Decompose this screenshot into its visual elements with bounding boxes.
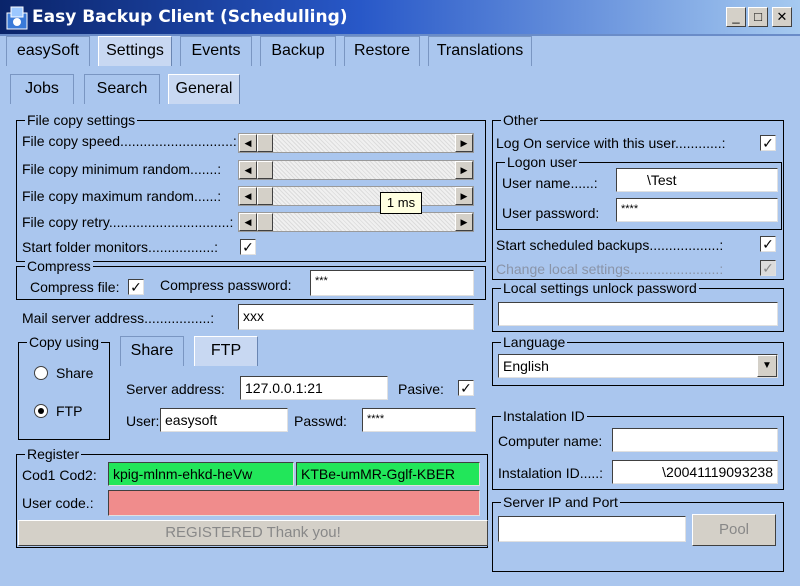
start-folder-monitors-label: Start folder monitors.................: (22, 239, 219, 255)
start-scheduled-checkbox[interactable]: ✓ (760, 236, 776, 252)
user-password-input[interactable]: **** (616, 198, 778, 222)
computer-name-label: Computer name: (498, 433, 603, 449)
passwd-label: Passwd: (294, 413, 347, 429)
file-copy-retry-slider[interactable]: ◀ ▶ (238, 212, 474, 232)
register-title: Register (25, 446, 82, 462)
file-copy-min-random-label: File copy minimum random.......: (22, 161, 222, 177)
server-address-input[interactable]: 127.0.0.1:21 (240, 376, 388, 400)
user-password-label: User password: (502, 205, 600, 221)
instalation-title: Instalation ID (501, 408, 587, 424)
user-label: User: (126, 413, 160, 429)
tab-settings[interactable]: Settings (98, 36, 172, 66)
copy-using-group: Copy using (18, 334, 110, 440)
slider-tooltip: 1 ms (380, 192, 422, 214)
file-copy-max-random-slider[interactable]: ◀ ▶ (238, 186, 474, 206)
scroll-left-icon[interactable]: ◀ (239, 213, 257, 231)
scroll-left-icon[interactable]: ◀ (239, 187, 257, 205)
unlock-password-input[interactable] (498, 302, 778, 326)
compress-file-checkbox[interactable]: ✓ (128, 279, 144, 295)
user-code-label: User code.: (22, 495, 94, 511)
ftp-user-input[interactable]: easysoft (160, 408, 288, 432)
language-selected: English (503, 358, 549, 374)
user-name-input[interactable]: \Test (616, 168, 778, 192)
start-folder-monitors-checkbox[interactable]: ✓ (240, 239, 256, 255)
slider-thumb[interactable] (257, 187, 273, 205)
chevron-down-icon[interactable]: ▼ (757, 355, 777, 377)
pool-button[interactable]: Pool (692, 514, 776, 546)
logon-user-title: Logon user (505, 154, 580, 170)
tab-easysoft[interactable]: easySoft (6, 36, 90, 66)
other-title: Other (501, 112, 541, 128)
ftp-radio-label: FTP (56, 403, 83, 419)
tab-translations[interactable]: Translations (428, 36, 532, 66)
scroll-left-icon[interactable]: ◀ (239, 161, 257, 179)
user-name-label: User name......: (502, 175, 598, 191)
instalation-id-input[interactable]: \20041119093238 (612, 460, 778, 484)
cod2-input[interactable]: KTBe-umMR-Gglf-KBER (296, 462, 480, 486)
scroll-left-icon[interactable]: ◀ (239, 134, 257, 152)
scroll-right-icon[interactable]: ▶ (455, 187, 473, 205)
tab-backup[interactable]: Backup (260, 36, 336, 66)
change-local-label: Change local settings...................… (496, 261, 724, 277)
cod-label: Cod1 Cod2: (22, 467, 97, 483)
title-bar[interactable]: Easy Backup Client (Schedulling) _ □ ✕ (0, 0, 800, 36)
subtab-jobs[interactable]: Jobs (10, 74, 74, 104)
subtab-general[interactable]: General (168, 74, 240, 104)
slider-thumb[interactable] (257, 134, 273, 152)
share-radio-label: Share (56, 365, 94, 381)
file-copy-min-random-slider[interactable]: ◀ ▶ (238, 160, 474, 180)
server-ip-input[interactable] (498, 516, 686, 542)
user-code-input[interactable] (108, 490, 480, 516)
ftp-passwd-input[interactable]: **** (362, 408, 476, 432)
subtab-search[interactable]: Search (84, 74, 160, 104)
compress-password-input[interactable]: *** (310, 270, 474, 296)
instalation-id-label: Instalation ID.....: (498, 465, 604, 481)
server-ip-title: Server IP and Port (501, 494, 620, 510)
scroll-right-icon[interactable]: ▶ (455, 134, 473, 152)
maximize-button[interactable]: □ (748, 7, 768, 27)
mail-server-input[interactable]: xxx (238, 304, 474, 330)
scroll-right-icon[interactable]: ▶ (455, 161, 473, 179)
file-copy-speed-slider[interactable]: ◀ ▶ (238, 133, 474, 153)
tab-ftp[interactable]: FTP (194, 336, 258, 366)
minimize-button[interactable]: _ (726, 7, 746, 27)
tab-events[interactable]: Events (180, 36, 252, 66)
file-copy-max-random-label: File copy maximum random......: (22, 188, 222, 204)
copy-using-title: Copy using (27, 334, 102, 350)
registered-status-button[interactable]: REGISTERED Thank you! (18, 520, 488, 546)
slider-thumb[interactable] (257, 161, 273, 179)
close-button[interactable]: ✕ (772, 7, 792, 27)
computer-name-input[interactable] (612, 428, 778, 452)
window-title: Easy Backup Client (Schedulling) (32, 7, 348, 27)
logon-service-checkbox[interactable]: ✓ (760, 135, 776, 151)
file-copy-speed-label: File copy speed.........................… (22, 133, 237, 149)
pasive-checkbox[interactable]: ✓ (458, 380, 474, 396)
logon-service-label: Log On service with this user...........… (496, 135, 726, 151)
file-copy-title: File copy settings (25, 112, 138, 128)
language-select[interactable]: English ▼ (498, 354, 778, 378)
cod1-input[interactable]: kpig-mlnm-ehkd-heVw (108, 462, 294, 486)
compress-file-label: Compress file: (30, 279, 120, 295)
slider-thumb[interactable] (257, 213, 273, 231)
tab-restore[interactable]: Restore (344, 36, 420, 66)
change-local-checkbox[interactable]: ✓ (760, 260, 776, 276)
language-title: Language (501, 334, 568, 350)
tab-share[interactable]: Share (120, 336, 184, 366)
pasive-label: Pasive: (398, 381, 444, 397)
mail-server-label: Mail server address.................: (22, 310, 215, 326)
app-icon (5, 5, 29, 31)
ftp-radio[interactable] (34, 404, 48, 418)
compress-password-label: Compress password: (160, 277, 292, 293)
share-radio[interactable] (34, 366, 48, 380)
unlock-password-title: Local settings unlock password (501, 280, 699, 296)
start-scheduled-label: Start scheduled backups.................… (496, 237, 724, 253)
server-address-label: Server address: (126, 381, 225, 397)
scroll-right-icon[interactable]: ▶ (455, 213, 473, 231)
file-copy-retry-label: File copy retry.........................… (22, 214, 234, 230)
compress-title: Compress (25, 258, 93, 274)
